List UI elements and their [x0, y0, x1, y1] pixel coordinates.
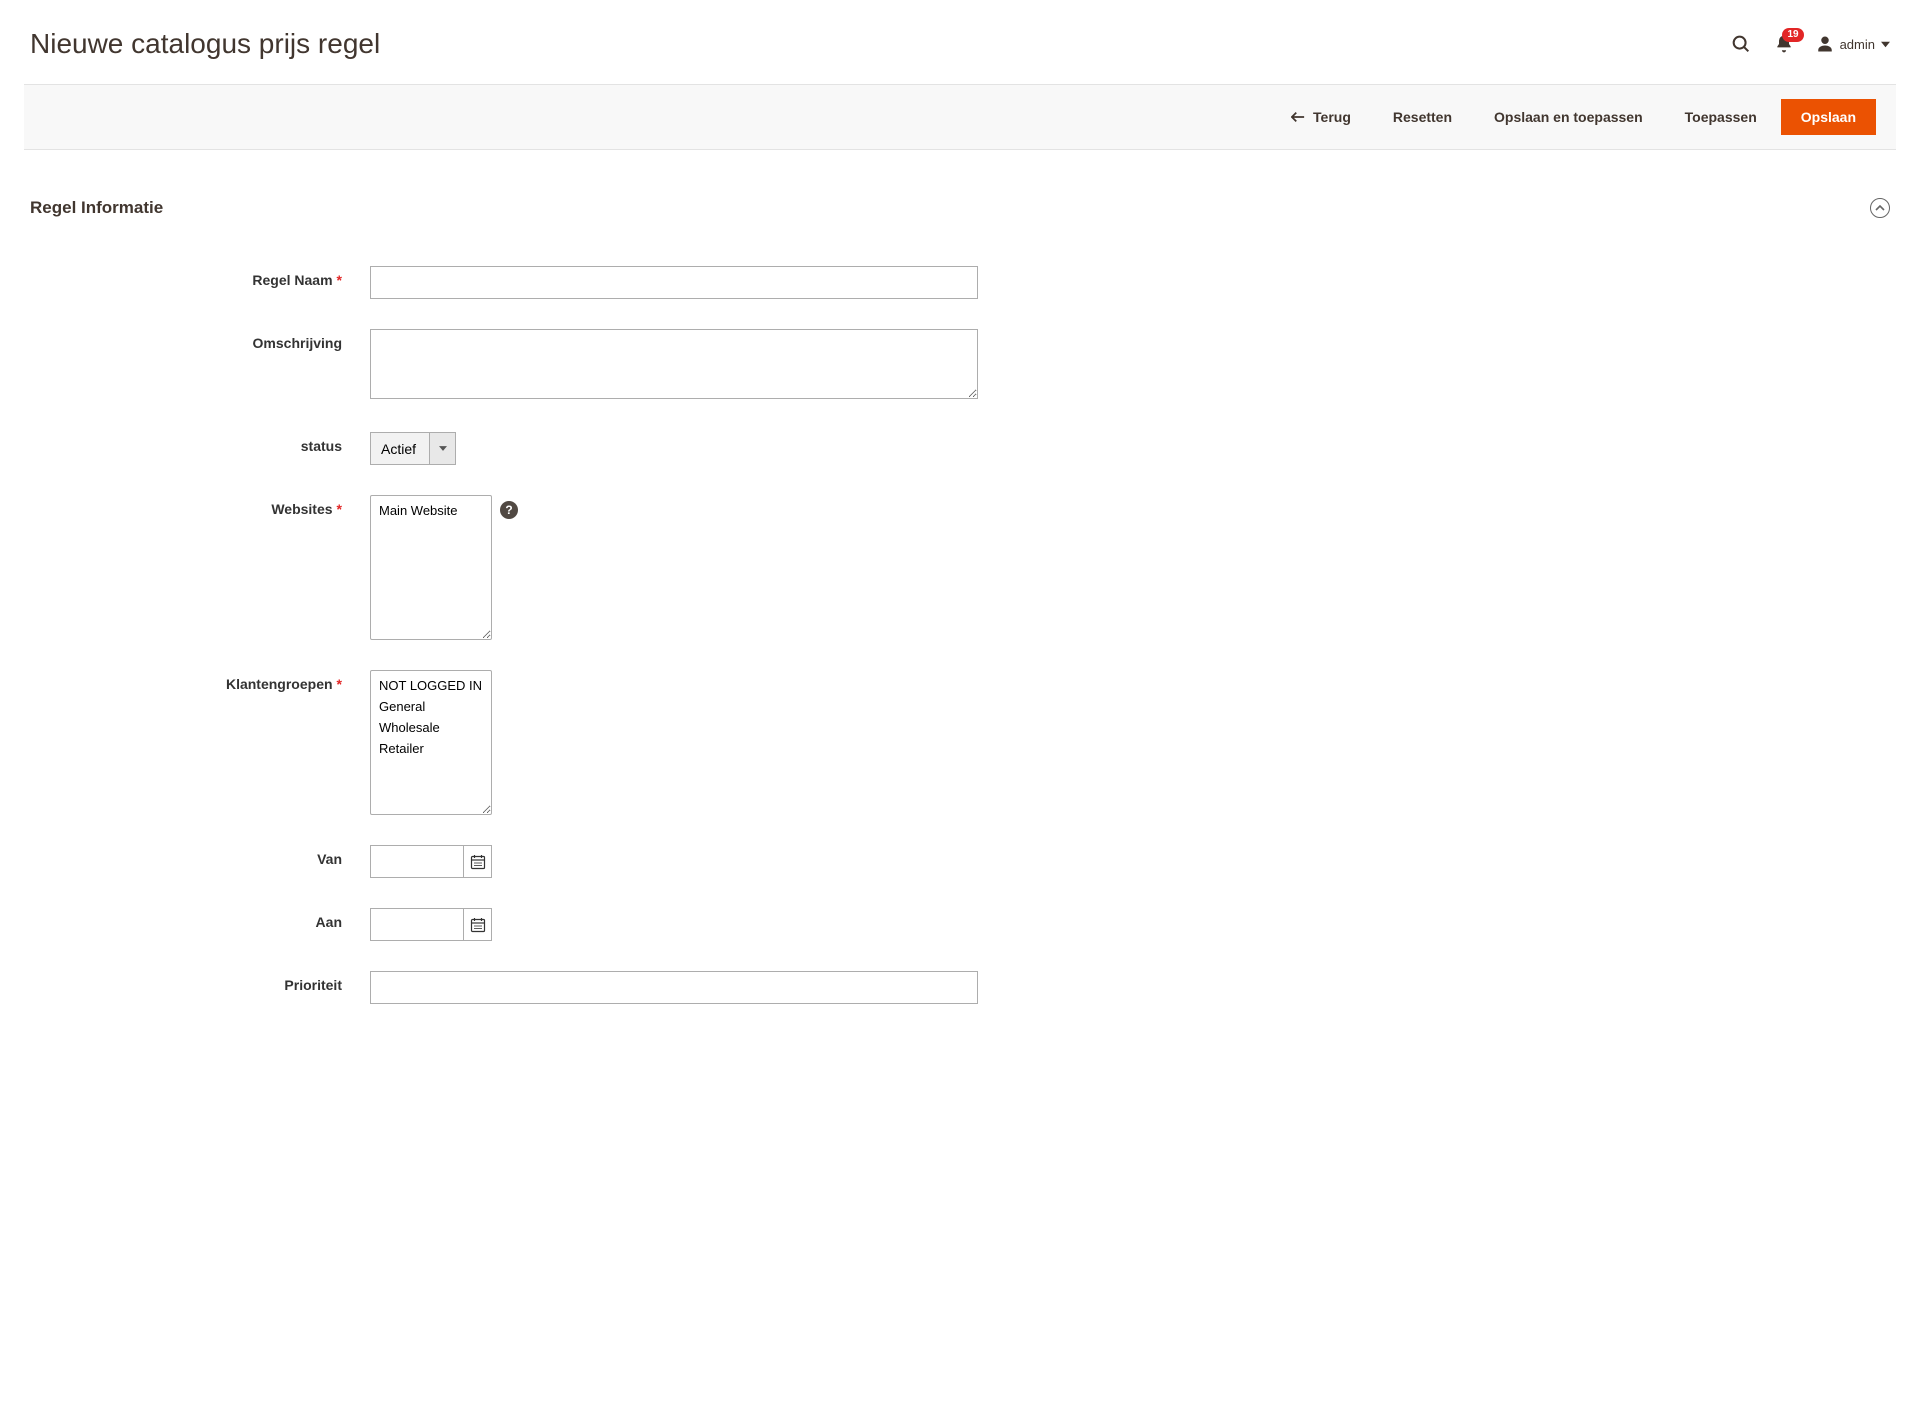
calendar-icon[interactable]: [463, 846, 491, 877]
from-label: Van: [30, 845, 370, 867]
admin-user-label: admin: [1840, 37, 1875, 52]
customer-groups-multiselect[interactable]: NOT LOGGED INGeneralWholesaleRetailer: [370, 670, 492, 815]
to-label: Aan: [30, 908, 370, 930]
calendar-icon[interactable]: [463, 909, 491, 940]
priority-label: Prioriteit: [30, 971, 370, 993]
from-date-input[interactable]: [371, 846, 463, 877]
websites-multiselect[interactable]: Main Website: [370, 495, 492, 640]
apply-button[interactable]: Toepassen: [1667, 99, 1775, 135]
status-select-wrap: Actief: [370, 432, 456, 465]
admin-user-menu[interactable]: admin: [1816, 35, 1890, 53]
from-date-wrap: [370, 845, 492, 878]
websites-label: Websites*: [30, 495, 370, 517]
status-select[interactable]: Actief: [371, 433, 429, 464]
user-icon: [1816, 35, 1834, 53]
action-bar: Terug Resetten Opslaan en toepassen Toep…: [24, 84, 1896, 150]
description-label: Omschrijving: [30, 329, 370, 351]
to-date-wrap: [370, 908, 492, 941]
rule-name-label: Regel Naam*: [30, 266, 370, 288]
search-icon[interactable]: [1730, 33, 1752, 55]
section-title: Regel Informatie: [30, 198, 163, 218]
chevron-down-icon: [1881, 40, 1890, 49]
required-mark: *: [337, 501, 342, 517]
rule-name-input[interactable]: [370, 266, 978, 299]
description-input[interactable]: [370, 329, 978, 399]
chevron-up-icon: [1870, 198, 1890, 218]
customer-groups-label: Klantengroepen*: [30, 670, 370, 692]
back-button[interactable]: Terug: [1273, 99, 1369, 135]
help-icon[interactable]: ?: [500, 501, 518, 519]
page-header: Nieuwe catalogus prijs regel 19 admin: [30, 0, 1890, 84]
reset-button[interactable]: Resetten: [1375, 99, 1470, 135]
priority-input[interactable]: [370, 971, 978, 1004]
chevron-down-icon: [429, 433, 455, 464]
arrow-left-icon: [1291, 111, 1305, 123]
save-apply-button[interactable]: Opslaan en toepassen: [1476, 99, 1661, 135]
notifications-icon[interactable]: 19: [1774, 34, 1794, 54]
required-mark: *: [337, 272, 342, 288]
page-title: Nieuwe catalogus prijs regel: [30, 28, 380, 60]
header-actions: 19 admin: [1730, 33, 1890, 55]
required-mark: *: [337, 676, 342, 692]
back-button-label: Terug: [1313, 109, 1351, 125]
save-button[interactable]: Opslaan: [1781, 99, 1876, 135]
notification-badge: 19: [1782, 28, 1803, 42]
rule-info-form: Regel Naam* Omschrijving status Actief: [30, 236, 1890, 1004]
section-header-rule-info[interactable]: Regel Informatie: [30, 150, 1890, 236]
status-label: status: [30, 432, 370, 454]
to-date-input[interactable]: [371, 909, 463, 940]
